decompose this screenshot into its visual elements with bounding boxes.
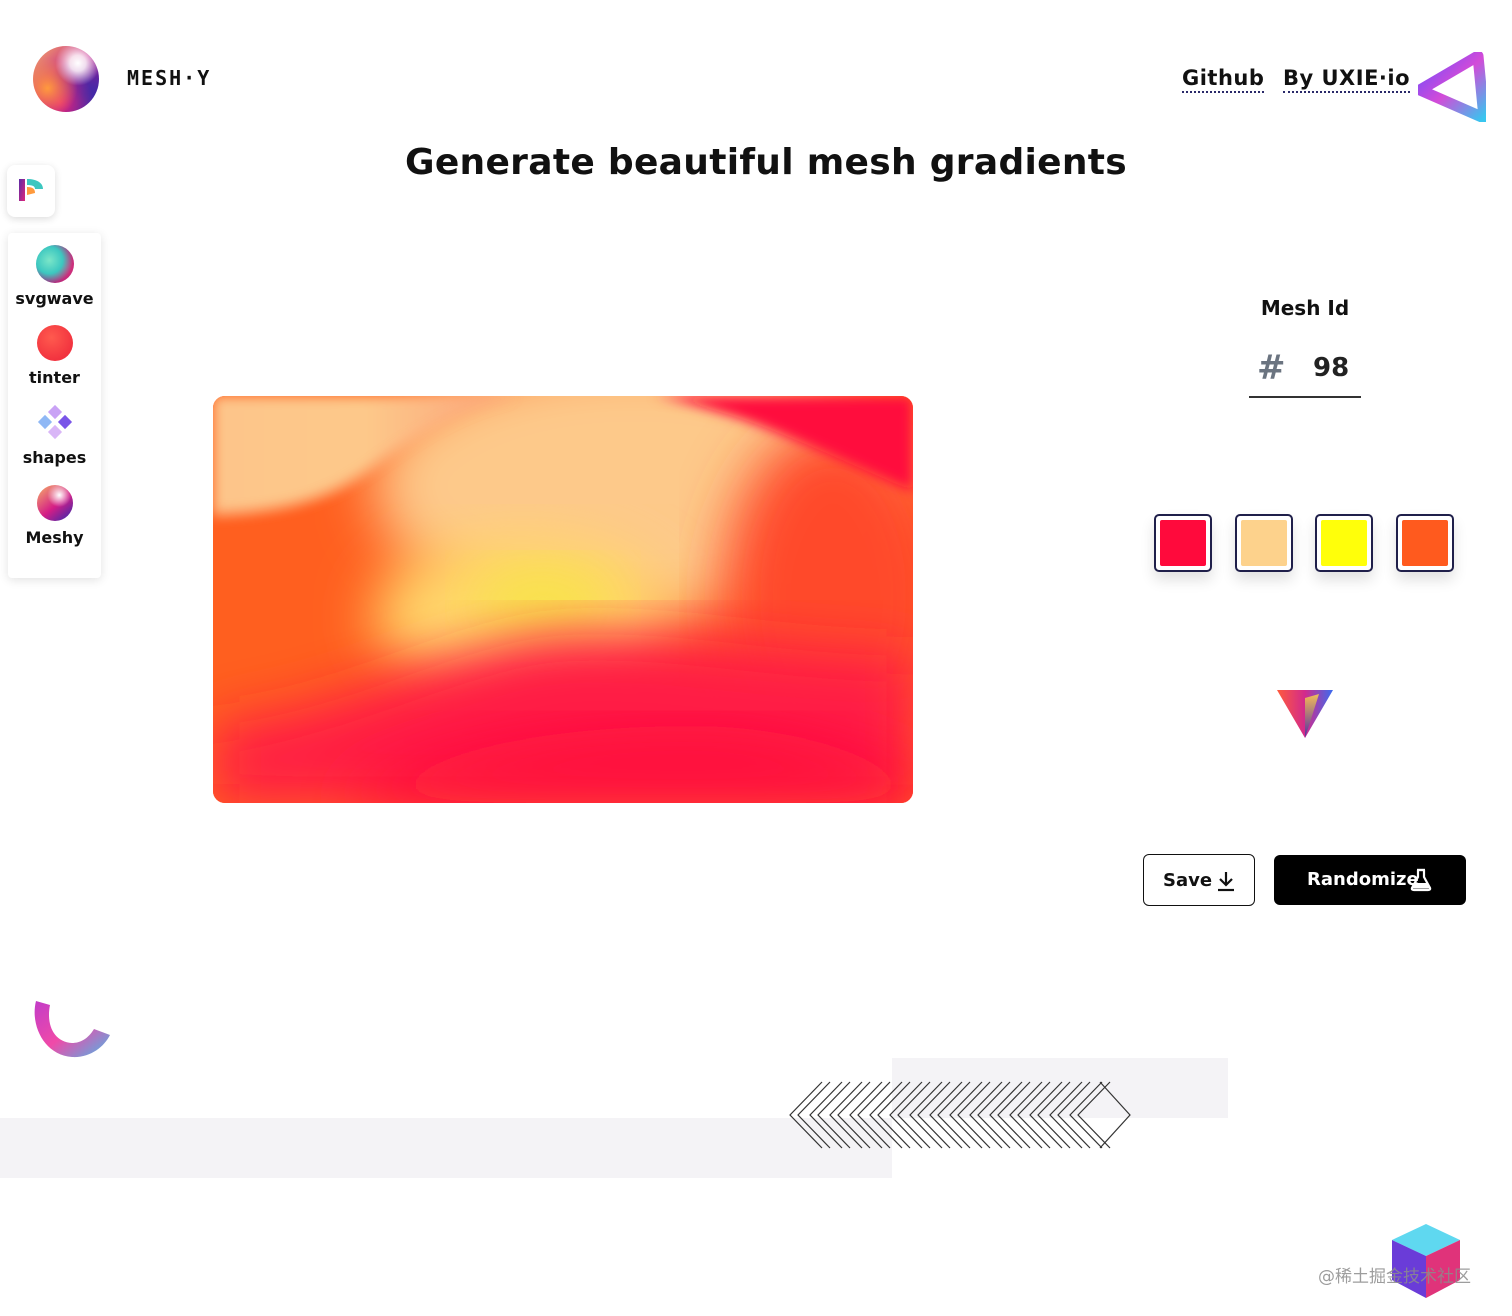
randomize-button-label: Randomize	[1307, 869, 1419, 890]
sidebar-item-label: Meshy	[25, 528, 84, 547]
color-swatch-2[interactable]	[1235, 514, 1293, 572]
swatch-fill	[1321, 520, 1367, 566]
svgwave-icon	[36, 245, 74, 283]
flask-icon	[1410, 868, 1432, 892]
sidebar-item-label: svgwave	[15, 289, 94, 308]
swatch-fill	[1402, 520, 1448, 566]
mesh-id-label: Mesh Id	[1260, 296, 1350, 320]
mesh-gradient-preview	[213, 396, 913, 803]
tinter-icon	[37, 325, 73, 361]
uxie-triangle-logo	[1418, 52, 1486, 122]
color-swatch-3[interactable]	[1315, 514, 1373, 572]
github-link[interactable]: Github	[1182, 66, 1265, 93]
mesh-id-value[interactable]: 98	[1313, 353, 1349, 383]
watermark-text: @稀土掘金技术社区	[1318, 1267, 1471, 1287]
triangle-icon	[1277, 690, 1333, 738]
color-swatch-4[interactable]	[1396, 514, 1454, 572]
meshy-logo-orb[interactable]	[33, 46, 99, 112]
decorative-band	[0, 1118, 892, 1178]
uxie-link[interactable]: By UXIE·io	[1283, 66, 1411, 93]
app-switcher-icon	[19, 179, 43, 201]
tool-badge[interactable]	[7, 165, 55, 217]
chevron-pattern	[789, 1081, 1131, 1149]
sidebar-item-label: shapes	[22, 448, 87, 467]
brand-name[interactable]: MESH·Y	[127, 66, 211, 90]
sidebar-item-label: tinter	[29, 368, 80, 387]
sidebar: svgwave tinter shapes Meshy	[8, 233, 101, 578]
swatch-fill	[1241, 520, 1287, 566]
download-icon	[1218, 872, 1234, 892]
color-swatch-1[interactable]	[1154, 514, 1212, 572]
arc-shape-icon	[34, 1001, 110, 1058]
save-button[interactable]: Save	[1143, 854, 1255, 906]
hash-icon: #	[1257, 348, 1286, 388]
swatch-fill	[1160, 520, 1206, 566]
shapes-icon	[37, 405, 73, 440]
meshy-icon	[37, 485, 73, 521]
page-title: Generate beautiful mesh gradients	[404, 142, 1128, 183]
randomize-button[interactable]: Randomize	[1274, 855, 1466, 905]
save-button-label: Save	[1163, 870, 1213, 891]
mesh-id-field[interactable]: # 98	[1249, 340, 1361, 398]
cube-icon	[1392, 1224, 1460, 1298]
